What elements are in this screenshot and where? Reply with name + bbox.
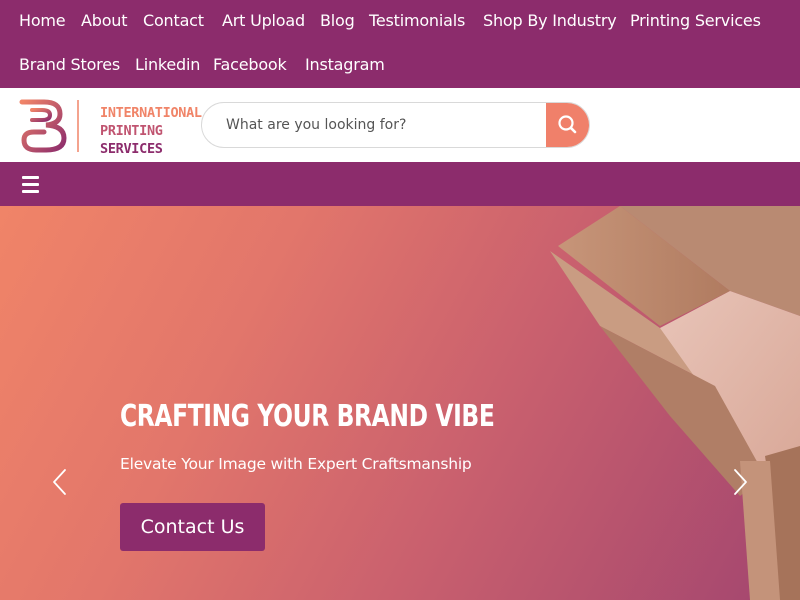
- site-header: INTERNATIONAL PRINTING SERVICES: [0, 88, 800, 162]
- top-link-bar: Home About Contact Art Upload Blog Testi…: [0, 0, 800, 88]
- top-link-about[interactable]: About: [81, 11, 128, 30]
- logo-line-2: PRINTING: [100, 123, 163, 139]
- slider-next-button[interactable]: [725, 462, 755, 502]
- hero-slider: CRAFTING YOUR BRAND VIBE Elevate Your Im…: [0, 206, 800, 600]
- top-link-art-upload[interactable]: Art Upload: [222, 11, 305, 30]
- hero-title: CRAFTING YOUR BRAND VIBE: [120, 399, 495, 434]
- logo-line-3: SERVICES: [100, 141, 163, 157]
- top-link-shop-by-industry[interactable]: Shop By Industry: [483, 11, 617, 30]
- top-link-home[interactable]: Home: [19, 11, 66, 30]
- top-link-contact[interactable]: Contact: [143, 11, 204, 30]
- slider-prev-button[interactable]: [45, 462, 75, 502]
- top-link-blog[interactable]: Blog: [320, 11, 355, 30]
- hamburger-menu-icon[interactable]: [20, 175, 42, 193]
- chevron-left-icon: [53, 469, 66, 495]
- search-input[interactable]: [202, 103, 548, 147]
- top-link-printing-services[interactable]: Printing Services: [630, 11, 761, 30]
- top-link-facebook[interactable]: Facebook: [213, 55, 287, 74]
- logo-text: INTERNATIONAL PRINTING SERVICES: [100, 104, 202, 158]
- search-button[interactable]: [546, 103, 589, 147]
- top-link-brand-stores[interactable]: Brand Stores: [19, 55, 120, 74]
- cardboard-box-image: [550, 206, 800, 600]
- chevron-right-icon: [734, 469, 747, 495]
- site-logo[interactable]: INTERNATIONAL PRINTING SERVICES: [10, 96, 202, 157]
- search-bar: [201, 102, 590, 148]
- top-link-instagram[interactable]: Instagram: [305, 55, 385, 74]
- search-icon: [558, 115, 577, 134]
- logo-line-1: INTERNATIONAL: [100, 105, 202, 121]
- top-link-linkedin[interactable]: Linkedin: [135, 55, 200, 74]
- contact-us-button[interactable]: Contact Us: [120, 503, 265, 551]
- logo-mark-icon: [11, 99, 79, 153]
- top-link-testimonials[interactable]: Testimonials: [369, 11, 465, 30]
- main-nav-bar: [0, 162, 800, 206]
- hero-subtitle: Elevate Your Image with Expert Craftsman…: [120, 455, 472, 473]
